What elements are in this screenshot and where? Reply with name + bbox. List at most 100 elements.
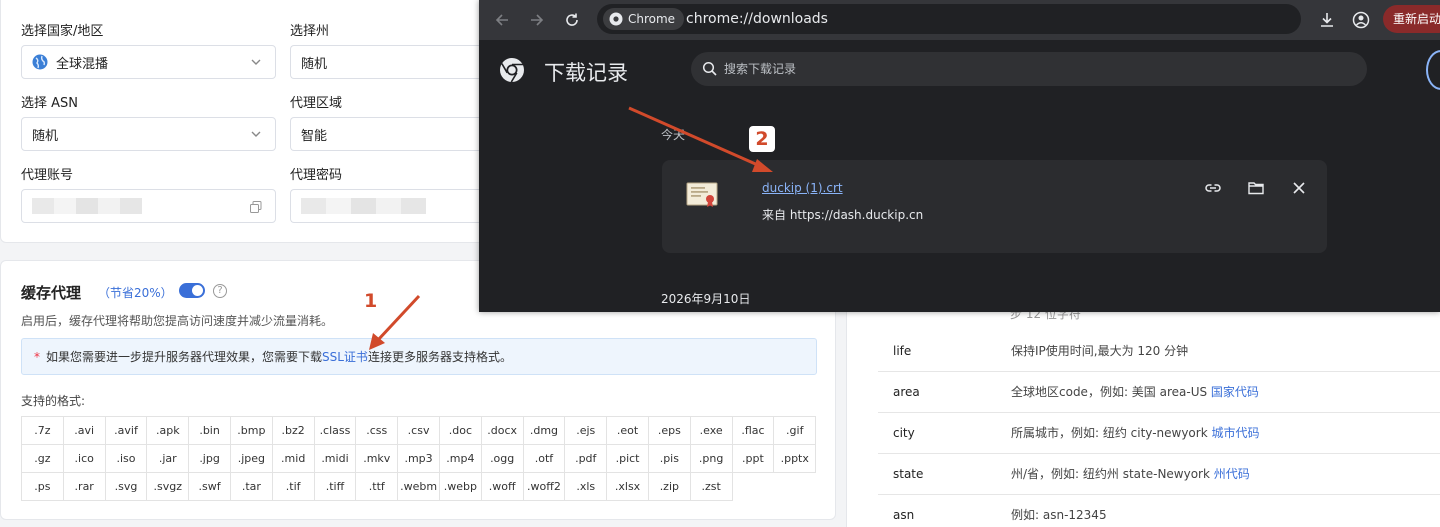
format-cell: .woff [481, 473, 524, 501]
cache-proxy-title: 缓存代理 [21, 284, 82, 302]
country-select[interactable]: 全球混播 [21, 45, 276, 79]
format-cell: .iso [105, 445, 148, 473]
address-bar[interactable]: Chrome chrome://downloads [597, 4, 1401, 34]
close-icon[interactable] [1290, 179, 1308, 197]
help-icon[interactable]: ? [213, 284, 227, 298]
download-icon[interactable] [1317, 10, 1337, 30]
format-cell: .eps [648, 417, 691, 445]
format-cell: .svgz [147, 473, 190, 501]
format-cell: .class [314, 417, 357, 445]
ssl-notice: * 如果您需要进一步提升服务器代理效果，您需要下载 SSL证书 连接更多服务器支… [21, 338, 817, 375]
format-cell: .pptx [774, 445, 817, 473]
download-item: duckip (1).crt 来自 https://dash.duckip.cn [662, 160, 1327, 253]
country-label: 选择国家/地区 [21, 24, 104, 39]
param-value: 州/省，例如: 纽约州 state-Newyork 州代码 [1011, 467, 1250, 481]
format-cell: .mp4 [439, 445, 482, 473]
search-icon [702, 61, 717, 76]
reload-icon[interactable] [563, 11, 581, 29]
restart-button[interactable]: 重新启动 [1383, 5, 1440, 33]
notice-text-after: 连接更多服务器支持格式。 [367, 350, 512, 364]
redacted-account [32, 198, 142, 214]
country-code-link[interactable]: 国家代码 [1211, 385, 1259, 399]
format-cell: .mid [272, 445, 315, 473]
download-search-input[interactable]: 搜索下载记录 [691, 52, 1367, 86]
back-icon[interactable] [493, 11, 511, 29]
format-cell: .flac [732, 417, 775, 445]
format-cell: .pict [607, 445, 649, 473]
cache-description: 启用后，缓存代理将帮助您提高访问速度并减少流量消耗。 [21, 314, 334, 328]
chrome-logo-icon [500, 58, 524, 83]
redacted-password [301, 198, 426, 214]
format-cell: .gz [22, 445, 64, 473]
cache-proxy-toggle[interactable] [179, 283, 205, 298]
format-cell: .tiff [314, 473, 357, 501]
asn-select[interactable]: 随机 [21, 117, 276, 151]
folder-icon[interactable] [1247, 179, 1265, 197]
password-field[interactable] [290, 189, 490, 223]
format-cell: .tif [272, 473, 315, 501]
format-cell: .dmg [523, 417, 566, 445]
section-date: 2026年9月10日 [661, 292, 751, 306]
param-row-life: life 保持IP使用时间,最大为 120 分钟 [878, 331, 1440, 372]
cache-save-badge: （节省20%） [98, 286, 173, 300]
format-cell: .zip [648, 473, 691, 501]
menu-button-edge[interactable] [1426, 50, 1440, 90]
format-cell: .jpg [189, 445, 231, 473]
zone-value: 智能 [301, 128, 328, 144]
account-field[interactable] [21, 189, 276, 223]
password-label: 代理密码 [290, 168, 343, 183]
format-cell: .webm [398, 473, 440, 501]
param-value: 保持IP使用时间,最大为 120 分钟 [1011, 344, 1189, 358]
state-select[interactable]: 随机 [290, 45, 490, 79]
chrome-toolbar: Chrome chrome://downloads 重新启动 [479, 0, 1440, 40]
notice-text-before: 如果您需要进一步提升服务器代理效果，您需要下载 [46, 350, 323, 364]
param-row-area: area 全球地区code，例如: 美国 area-US 国家代码 [878, 372, 1440, 413]
profile-icon[interactable] [1351, 10, 1371, 30]
chevron-down-icon [251, 131, 261, 137]
format-cell: .bz2 [272, 417, 315, 445]
param-row-city: city 所属城市，例如: 纽约 city-newyork 城市代码 [878, 413, 1440, 454]
format-cell: .svg [105, 473, 148, 501]
asn-label: 选择 ASN [21, 96, 79, 111]
param-key: city [893, 426, 915, 440]
copy-link-icon[interactable] [1204, 179, 1222, 197]
section-today: 今天 [661, 128, 686, 142]
format-cell: .doc [439, 417, 482, 445]
state-label: 选择州 [290, 24, 330, 39]
format-cell: .ttf [356, 473, 399, 501]
format-cell: .woff2 [523, 473, 566, 501]
format-cell: .7z [22, 417, 64, 445]
format-cell: .ppt [732, 445, 775, 473]
format-cell: .bin [189, 417, 231, 445]
file-name-link[interactable]: duckip (1).crt [762, 181, 843, 195]
format-cell: .eot [607, 417, 649, 445]
country-value: 全球混播 [56, 56, 109, 72]
certificate-file-icon [686, 182, 718, 207]
param-key: area [893, 385, 920, 399]
format-cell: .jar [147, 445, 190, 473]
param-value: 所属城市，例如: 纽约 city-newyork 城市代码 [1011, 426, 1260, 440]
format-cell: .xls [565, 473, 608, 501]
format-cell: .zst [690, 473, 733, 501]
city-code-link[interactable]: 城市代码 [1211, 426, 1259, 440]
format-cell: .rar [63, 473, 106, 501]
format-cell: .docx [481, 417, 524, 445]
format-cell: .gif [774, 417, 817, 445]
format-cell: .pdf [565, 445, 608, 473]
zone-select[interactable]: 智能 [290, 117, 490, 151]
param-value: 例如: asn-12345 [1011, 508, 1107, 522]
format-cell: .webp [439, 473, 482, 501]
format-cell: .tar [230, 473, 273, 501]
format-cell: .pis [648, 445, 691, 473]
forward-icon[interactable] [528, 11, 546, 29]
zone-label: 代理区域 [290, 96, 343, 111]
copy-icon[interactable] [249, 200, 263, 214]
formats-table: .7z .avi .avif .apk .bin .bmp .bz2 .class .css .c… [21, 416, 817, 501]
asn-value: 随机 [32, 128, 59, 144]
format-cell: .avif [105, 417, 148, 445]
page-title: 下载记录 [544, 61, 628, 85]
format-cell: .ejs [565, 417, 608, 445]
state-code-link[interactable]: 州代码 [1214, 467, 1250, 481]
format-cell: .png [690, 445, 733, 473]
ssl-certificate-link[interactable]: SSL证书 [322, 348, 368, 365]
